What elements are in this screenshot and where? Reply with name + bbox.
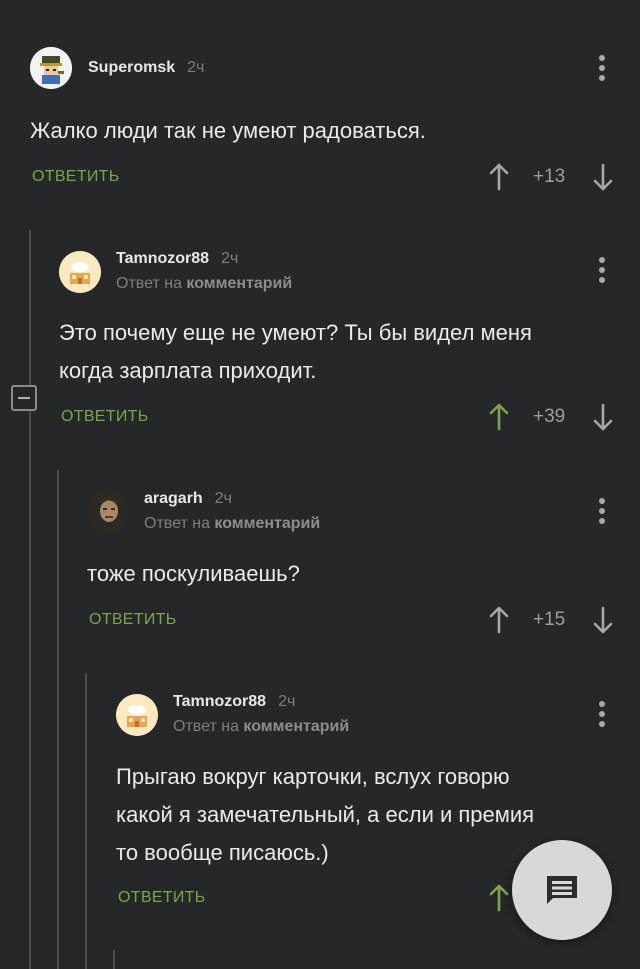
avatar[interactable]	[59, 251, 101, 293]
reply-info: Ответ на комментарий	[116, 275, 293, 292]
username[interactable]: Tamnozor88 2ч	[116, 250, 238, 268]
collapse-thread-button[interactable]	[11, 385, 37, 411]
timestamp: 2ч	[221, 250, 239, 267]
reply-target-link[interactable]: комментарий	[214, 515, 320, 532]
comment-text: Прыгаю вокруг карточки, вслух говорю как…	[116, 764, 535, 865]
comment-icon	[547, 876, 577, 904]
reply-target-link[interactable]: комментарий	[186, 275, 292, 292]
comment-text: тоже поскуливаешь?	[87, 561, 300, 586]
rating: +39	[533, 406, 566, 427]
add-comment-button[interactable]	[512, 840, 612, 940]
reply-button[interactable]: ОТВЕТИТЬ	[118, 889, 206, 907]
username[interactable]: Tamnozor88 2ч	[173, 693, 295, 711]
rating: +13	[533, 166, 566, 187]
username[interactable]: aragarh 2ч	[144, 490, 232, 508]
thread-line-2	[57, 470, 59, 969]
avatar[interactable]	[116, 694, 158, 736]
thread-line-3	[85, 673, 87, 969]
timestamp: 2ч	[214, 490, 232, 507]
reply-info: Ответ на комментарий	[173, 718, 350, 735]
reply-button[interactable]: ОТВЕТИТЬ	[89, 611, 177, 629]
timestamp: 2ч	[187, 59, 205, 76]
more-options-icon[interactable]	[599, 701, 605, 727]
thread-line-1	[29, 230, 31, 969]
upvote-arrow-icon[interactable]	[488, 884, 510, 912]
upvote-arrow-icon[interactable]	[488, 163, 510, 191]
more-options-icon[interactable]	[599, 257, 605, 283]
reply-info: Ответ на комментарий	[144, 515, 321, 532]
thread-line-4	[113, 950, 115, 969]
upvote-arrow-icon[interactable]	[488, 403, 510, 431]
reply-button[interactable]: ОТВЕТИТЬ	[32, 168, 120, 186]
username[interactable]: Superomsk 2ч	[88, 59, 204, 77]
avatar[interactable]	[30, 47, 72, 89]
comment-text: Жалко люди так не умеют радоваться.	[30, 118, 426, 143]
reply-target-link[interactable]: комментарий	[243, 718, 349, 735]
rating: +15	[533, 609, 566, 630]
more-options-icon[interactable]	[599, 498, 605, 524]
avatar[interactable]	[87, 491, 129, 533]
timestamp: 2ч	[278, 693, 296, 710]
comment-text: Это почему еще не умеют? Ты бы видел мен…	[59, 320, 532, 383]
more-options-icon[interactable]	[599, 55, 605, 81]
downvote-arrow-icon[interactable]	[592, 403, 614, 431]
downvote-arrow-icon[interactable]	[592, 163, 614, 191]
downvote-arrow-icon[interactable]	[592, 606, 614, 634]
upvote-arrow-icon[interactable]	[488, 606, 510, 634]
reply-button[interactable]: ОТВЕТИТЬ	[61, 408, 149, 426]
